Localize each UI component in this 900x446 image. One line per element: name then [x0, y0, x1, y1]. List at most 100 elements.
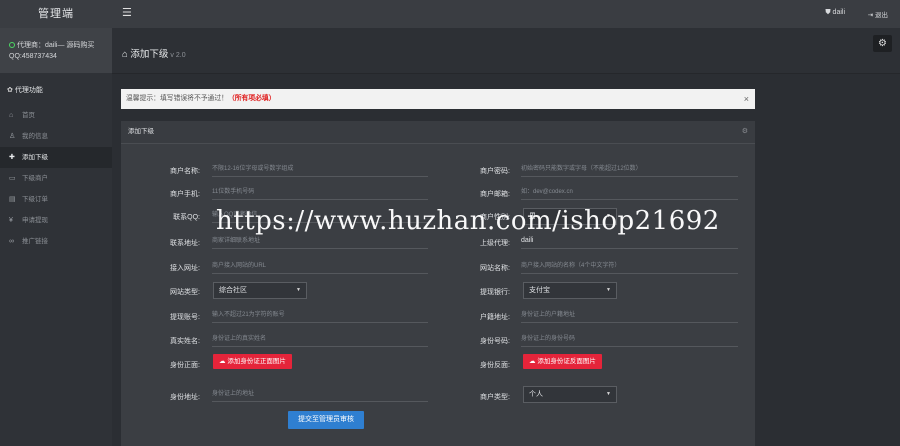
alert-required: （所有项必填） [227, 95, 276, 102]
merchant-name-label: 商户名称: [170, 168, 200, 175]
merchant-password-input[interactable]: 初始密码只能数字或字母（不能超过12位数） [521, 163, 738, 177]
page-title-text: 添加下级 [130, 49, 169, 60]
watermark-text: https://www.huzhan.com/ishop21692 [216, 206, 720, 236]
withdraw-bank-value: 支付宝 [529, 287, 550, 294]
agent-line-1: 代理商：daili— 源码购买 [17, 42, 95, 49]
sidebar-item-label: 申请提现 [22, 217, 48, 224]
merchant-phone-input[interactable]: 11位数手机号码 [212, 186, 428, 200]
brand-title: 管理端 [0, 0, 112, 28]
yen-icon: ¥ [9, 217, 13, 224]
merchant-password-label: 商户密码: [480, 168, 510, 175]
section-title: ✿ 代理功能 [0, 73, 112, 105]
page-header: ⌂ 添加下级 v 2.0 ⚙ [112, 28, 900, 74]
id-address-input[interactable]: 身份证上的地址 [212, 388, 428, 402]
user-icon: ♙ [9, 133, 16, 140]
sidebar-item-4[interactable]: ▭ 下级商户 [0, 168, 112, 189]
qq-label: 联系QQ: [173, 214, 200, 221]
merchant-email-label: 商户邮箱: [480, 191, 510, 198]
home-icon: ⌂ [122, 49, 128, 60]
website-type-value: 综合社区 [219, 287, 247, 294]
household-input[interactable]: 身份证上的户籍地址 [521, 309, 738, 323]
real-name-label: 真实姓名: [170, 338, 200, 345]
website-url-input[interactable]: 商户接入网站的URL [212, 260, 428, 274]
id-number-input[interactable]: 身份证上的身份号码 [521, 333, 738, 347]
close-icon[interactable]: × [744, 89, 749, 109]
account-no-label: 提现账号: [170, 314, 200, 321]
account-no-input[interactable]: 输入不超过21为字符的账号 [212, 309, 428, 323]
website-name-input[interactable]: 商户接入网站的名称（4个中文字符） [521, 260, 738, 274]
agent-info: 代理商：daili— 源码购买 QQ:458737434 [0, 28, 112, 73]
sidebar-item-label: 推广链接 [22, 238, 48, 245]
home-icon: ⌂ [9, 112, 14, 119]
merchant-email-input[interactable]: 如：dev@codex.cn [521, 186, 738, 200]
panel-title: 添加下级 [128, 128, 154, 135]
real-name-input[interactable]: 身份证上的真实姓名 [212, 333, 428, 347]
link-icon: ∞ [9, 238, 14, 245]
sidebar-item-2[interactable]: ♙ 我的信息 [0, 126, 112, 147]
document-icon: ▤ [9, 196, 16, 203]
household-label: 户籍地址: [480, 314, 510, 321]
alert-text: 温馨提示：填写错误将不予通过！ [126, 95, 228, 102]
logout-button[interactable]: ⇥ 退出 [868, 9, 888, 19]
page-title: ⌂ 添加下级 v 2.0 [122, 46, 186, 60]
merchant-phone-label: 商户手机: [170, 191, 200, 198]
merchant-type-value: 个人 [529, 391, 543, 398]
address-label: 联系地址: [170, 240, 200, 247]
submit-button[interactable]: 提交至管理员审核 [288, 411, 364, 429]
alert-banner: 温馨提示：填写错误将不予通过！（所有项必填） × [121, 89, 755, 109]
shield-icon: ⛊ [825, 9, 831, 16]
sidebar-item-label: 添加下级 [22, 154, 48, 161]
user-name: daili [832, 9, 845, 16]
panel-header: 添加下级 ⚙ [121, 121, 755, 144]
merchant-type-select[interactable]: 个人 ▼ [523, 386, 617, 403]
sidebar-item-label: 首页 [22, 112, 35, 119]
sidebar-item-1[interactable]: ⌂ 首页 [0, 105, 112, 126]
upload-id-front-button[interactable]: ☁ 添加身份证正面图片 [213, 354, 292, 369]
website-type-label: 网站类型: [170, 289, 200, 296]
sidebar-item-6[interactable]: ¥ 申请提现 [0, 210, 112, 231]
cloud-upload-icon: ☁ [219, 358, 226, 365]
parent-agent-label: 上级代理: [480, 240, 510, 247]
website-name-label: 网站名称: [480, 265, 510, 272]
parent-agent-input[interactable]: daili [521, 235, 738, 249]
version-label: v 2.0 [170, 52, 186, 59]
gear-icon: ✿ [7, 87, 13, 94]
cloud-upload-icon: ☁ [529, 358, 536, 365]
merchant-type-label: 商户类型: [480, 394, 510, 401]
sidebar-item-7[interactable]: ∞ 推广链接 [0, 231, 112, 252]
upload-id-front-label: 添加身份证正面图片 [227, 358, 286, 365]
id-back-label: 身份反面: [480, 362, 510, 369]
id-front-label: 身份正面: [170, 362, 200, 369]
agent-line-2: QQ:458737434 [9, 53, 57, 60]
user-menu[interactable]: ⛊ daili [825, 9, 845, 17]
sidebar-item-label: 下级订单 [22, 196, 48, 203]
section-title-label: 代理功能 [14, 87, 43, 94]
upload-id-back-label: 添加身份证反面图片 [537, 358, 596, 365]
caret-down-icon: ▼ [606, 287, 611, 293]
sidebar-item-5[interactable]: ▤ 下级订单 [0, 189, 112, 210]
caret-down-icon: ▼ [606, 391, 611, 397]
id-address-label: 身份地址: [170, 394, 200, 401]
online-status-icon [9, 42, 15, 48]
merchant-name-input[interactable]: 不限12-16位字母或号数字组成 [212, 163, 428, 177]
withdraw-bank-label: 提现银行: [480, 289, 510, 296]
withdraw-bank-select[interactable]: 支付宝 ▼ [523, 282, 617, 299]
caret-down-icon: ▼ [296, 287, 301, 293]
website-url-label: 接入网址: [170, 265, 200, 272]
id-number-label: 身份号码: [480, 338, 510, 345]
sidebar-item-label: 下级商户 [22, 175, 48, 182]
address-input[interactable]: 商家详细联系地址 [212, 235, 428, 249]
add-user-icon: ✚ [9, 154, 15, 161]
website-type-select[interactable]: 综合社区 ▼ [213, 282, 307, 299]
logout-label: 退出 [875, 12, 888, 19]
logout-icon: ⇥ [867, 12, 874, 19]
cog-icon[interactable]: ⚙ [742, 121, 748, 142]
top-bar: ☰ ⛊ daili ⇥ 退出 [112, 0, 900, 28]
sidebar-item-label: 我的信息 [22, 133, 48, 140]
sidebar: 管理端 代理商：daili— 源码购买 QQ:458737434 ✿ 代理功能 ⌂… [0, 0, 112, 446]
settings-gear-icon[interactable]: ⚙ [873, 35, 892, 52]
menu-toggle-icon[interactable]: ☰ [122, 7, 134, 19]
sidebar-item-3[interactable]: ✚ 添加下级 [0, 147, 112, 168]
monitor-icon: ▭ [9, 175, 16, 182]
upload-id-back-button[interactable]: ☁ 添加身份证反面图片 [523, 354, 602, 369]
